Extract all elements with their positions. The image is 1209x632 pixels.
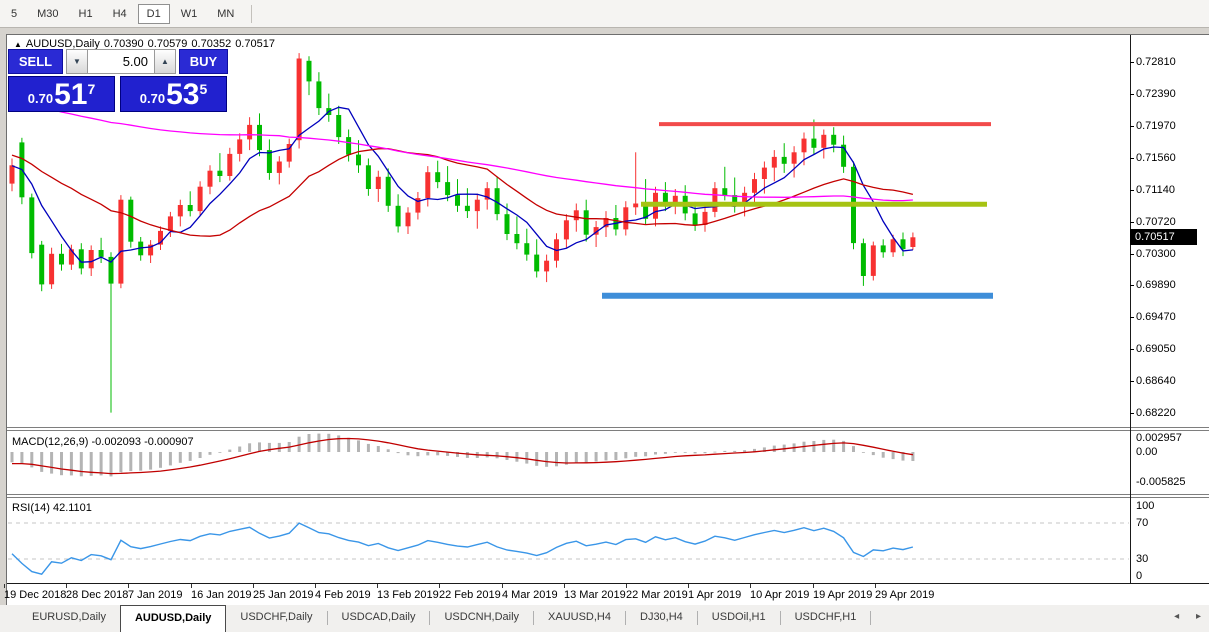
buy-price-pip: 5 [199, 81, 207, 97]
collapse-icon[interactable]: ▲ [14, 40, 22, 49]
date-tick [750, 584, 751, 588]
chart-tab-usdchf-h1[interactable]: USDCHF,H1 [781, 605, 871, 632]
sell-button[interactable]: SELL [8, 49, 63, 74]
chart-tab-dj30-h4[interactable]: DJ30,H4 [626, 605, 697, 632]
date-tick [502, 584, 503, 588]
chart-tab-usdoil-h1[interactable]: USDOil,H1 [698, 605, 780, 632]
date-tick [191, 584, 192, 588]
volume-decrease-button[interactable]: ▼ [66, 49, 88, 74]
rsi-label: RSI(14) [12, 502, 50, 514]
ma-fast-line [12, 107, 913, 262]
date-tick [66, 584, 67, 588]
price-tick [1130, 126, 1134, 127]
chart-tab-audusd-daily[interactable]: AUDUSD,Daily [120, 605, 226, 632]
price-tick [1130, 254, 1134, 255]
time-axis-border [7, 583, 1209, 584]
price-tick [1130, 413, 1134, 414]
price-tick [1130, 285, 1134, 286]
volume-increase-button[interactable]: ▲ [154, 49, 176, 74]
tab-scroll-arrows: ◂ ▸ [1160, 611, 1201, 622]
price-tick [1130, 222, 1134, 223]
chart-tab-xauusd-h4[interactable]: XAUUSD,H4 [534, 605, 625, 632]
tab-scroll-left-icon[interactable]: ◂ [1174, 611, 1179, 622]
price-tick [1130, 62, 1134, 63]
volume-input[interactable] [88, 49, 154, 74]
tab-separator [870, 611, 871, 625]
buy-price-prefix: 0.70 [140, 91, 165, 106]
ma-slow-line [12, 101, 913, 201]
date-tick [315, 584, 316, 588]
date-tick [564, 584, 565, 588]
buy-price-box[interactable]: 0.70 53 5 [120, 76, 227, 112]
buy-price-big: 53 [166, 81, 199, 109]
sell-price-big: 51 [54, 81, 87, 109]
sell-price-box[interactable]: 0.70 51 7 [8, 76, 115, 112]
date-tick [4, 584, 5, 588]
macd-main-value: -0.002093 [91, 436, 141, 448]
date-tick [128, 584, 129, 588]
close-value: 0.70517 [235, 38, 275, 50]
date-tick [377, 584, 378, 588]
rsi-line [12, 523, 913, 574]
date-tick [688, 584, 689, 588]
price-axis-border [1130, 35, 1131, 583]
macd-label: MACD(12,26,9) [12, 436, 88, 448]
rsi-panel-splitter[interactable] [7, 494, 1209, 498]
price-tick [1130, 94, 1134, 95]
chart-tab-eurusd-daily[interactable]: EURUSD,Daily [18, 605, 120, 632]
tab-scroll-right-icon[interactable]: ▸ [1196, 611, 1201, 622]
chart-tab-usdchf-daily[interactable]: USDCHF,Daily [226, 605, 326, 632]
trading-terminal-window: 5M30H1H4D1W1MN ▲AUDUSD,Daily0.703900.705… [0, 0, 1209, 632]
date-tick [439, 584, 440, 588]
price-tick [1130, 158, 1134, 159]
price-tick [1130, 317, 1134, 318]
price-tick [1130, 381, 1134, 382]
rsi-value: 42.1101 [53, 502, 92, 514]
rsi-caption: RSI(14) 42.1101 [12, 502, 92, 514]
macd-signal-value: -0.000907 [144, 436, 194, 448]
chart-tab-usdcnh-daily[interactable]: USDCNH,Daily [430, 605, 533, 632]
sell-price-pip: 7 [87, 81, 95, 97]
date-tick [875, 584, 876, 588]
chart-tab-bar: EURUSD,DailyAUDUSD,DailyUSDCHF,DailyUSDC… [0, 605, 1209, 632]
current-price-badge: 0.70517 [1130, 229, 1197, 245]
macd-panel-splitter[interactable] [7, 427, 1209, 431]
one-click-trading-panel: SELL ▼ ▲ BUY 0.70 51 7 0.70 53 5 [8, 49, 228, 112]
price-tick [1130, 190, 1134, 191]
date-tick [253, 584, 254, 588]
price-tick [1130, 349, 1134, 350]
date-tick [813, 584, 814, 588]
chart-tab-usdcad-daily[interactable]: USDCAD,Daily [328, 605, 430, 632]
sell-price-prefix: 0.70 [28, 91, 53, 106]
macd-caption: MACD(12,26,9) -0.002093 -0.000907 [12, 436, 194, 448]
buy-button[interactable]: BUY [179, 49, 228, 74]
date-tick [626, 584, 627, 588]
